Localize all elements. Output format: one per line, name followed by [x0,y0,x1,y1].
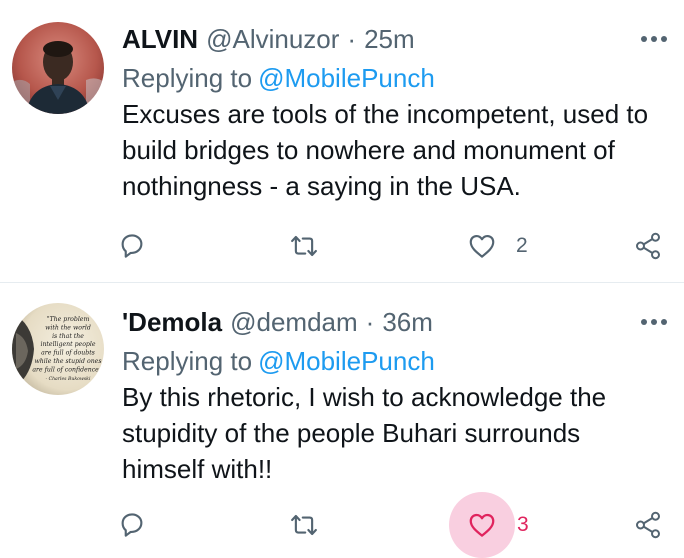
more-options-button[interactable] [638,24,670,54]
tweet-actions: 3 [121,492,670,558]
like-count: 3 [517,513,529,536]
retweet-button[interactable] [291,503,326,547]
avatar-quote-line: are full of confidence." [32,366,103,373]
like-count: 2 [516,234,528,257]
replying-to-label: Replying to [122,63,253,93]
retweet-icon [291,514,317,536]
reply-button[interactable] [121,503,154,547]
tweet-text: By this rhetoric, I wish to acknowledge … [122,382,607,484]
like-button[interactable]: 3 [449,492,529,558]
share-icon [636,511,660,539]
replying-to-label: Replying to [122,346,253,376]
timestamp[interactable]: 25m [364,22,415,56]
user-handle[interactable]: @demdam [230,305,358,339]
replying-to-mention[interactable]: @MobilePunch [258,63,435,93]
more-dots-icon [641,36,667,42]
avatar-quote-line: while the stupid ones [34,358,101,365]
tweet[interactable]: ALVIN @Alvinuzor · 25m Replying to @Mobil… [0,0,684,283]
tweet-text: Excuses are tools of the incompetent, us… [122,99,649,201]
avatar-quote-line: intelligent people [40,341,95,348]
avatar-quote-line: is that the [52,333,84,340]
tweet[interactable]: "The problem with the world is that the int… [0,283,684,558]
retweet-icon [291,235,317,257]
heart-icon [469,513,495,537]
display-name[interactable]: 'Demola [122,305,222,339]
replying-to: Replying to @MobilePunch [122,60,670,96]
tweet-actions: 2 [121,224,670,268]
avatar-quote-image: "The problemwith the world is that theint… [12,303,104,395]
tweet-header: ALVIN @Alvinuzor · 25m [122,22,670,56]
display-name[interactable]: ALVIN [122,22,198,56]
avatar-quote-line: - Charles Bukowski [46,376,91,382]
heart-icon [469,234,495,258]
avatar[interactable]: "The problem with the world is that the int… [12,303,104,395]
reply-button[interactable] [121,224,154,268]
separator-dot: · [365,307,375,337]
more-dots-icon [641,319,667,325]
separator-dot: · [347,24,357,54]
share-button[interactable] [626,224,670,268]
reply-icon [121,513,143,537]
user-handle[interactable]: @Alvinuzor [206,22,339,56]
retweet-button[interactable] [291,224,326,268]
share-icon [636,232,660,260]
reply-icon [121,234,143,258]
avatar-quote-line: "The problem [47,316,90,323]
avatar[interactable] [12,22,104,114]
avatar-quote-line: with the world [45,324,91,331]
like-button[interactable]: 2 [464,224,528,268]
share-button[interactable] [626,503,670,547]
more-options-button[interactable] [638,307,670,337]
replying-to-mention[interactable]: @MobilePunch [258,346,435,376]
replying-to: Replying to @MobilePunch [122,343,670,379]
avatar-quote-line: are full of doubts [41,350,95,357]
avatar-photo [12,22,104,114]
tweet-header: 'Demola @demdam · 36m [122,305,670,339]
timestamp[interactable]: 36m [382,305,433,339]
